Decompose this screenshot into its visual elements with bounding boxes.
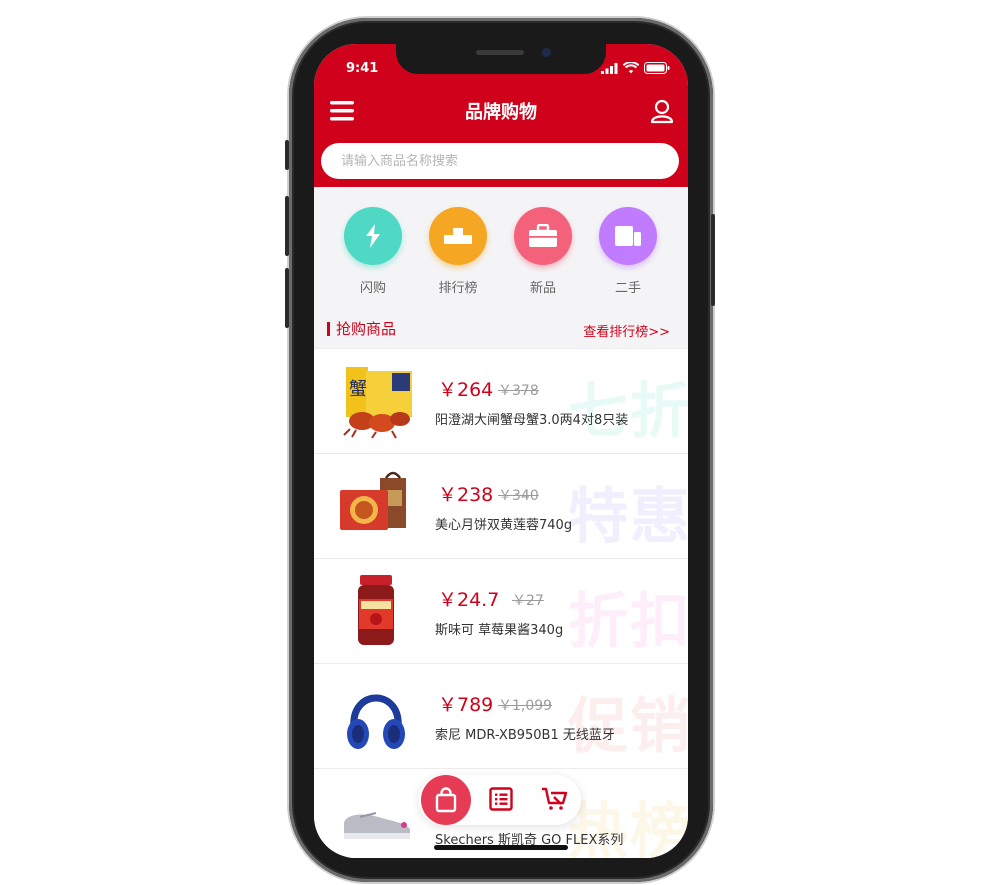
bottom-tab-bar — [419, 775, 581, 825]
search-input[interactable] — [321, 143, 679, 179]
promo-watermark: 促销 — [568, 692, 688, 762]
section-marker — [327, 322, 330, 336]
product-price: ￥24.7 — [438, 589, 500, 611]
device-icon — [599, 207, 657, 265]
category-ranking[interactable]: 排行榜 — [423, 204, 493, 296]
phone-screen: 9:41 品牌购物 请输入商品名称搜索 闪购 排行榜 新品 二手 抢购商品 查看… — [314, 44, 688, 858]
category-flash-sale[interactable]: 闪购 — [338, 204, 408, 296]
category-row: 闪购 排行榜 新品 二手 — [314, 204, 688, 304]
category-label: 闪购 — [359, 281, 386, 296]
battery-icon — [644, 62, 670, 74]
product-name: 斯味可 草莓果酱340g — [435, 623, 564, 638]
product-name: 美心月饼双黄莲蓉740g — [435, 518, 573, 533]
home-indicator[interactable] — [434, 845, 568, 850]
briefcase-icon — [514, 207, 572, 265]
status-icons — [601, 62, 670, 74]
mute-switch — [285, 140, 289, 170]
product-old-price: ￥340 — [498, 488, 539, 504]
product-price: ￥264 — [438, 379, 494, 401]
product-old-price: ￥1,099 — [498, 698, 553, 714]
promo-watermark: 特惠 — [568, 482, 688, 552]
product-item[interactable]: 特惠 ￥238 ￥340 美心月饼双黄莲蓉740g — [314, 453, 688, 559]
bag-icon — [435, 787, 457, 813]
notch — [396, 44, 606, 74]
promo-watermark: 七折 — [568, 377, 688, 447]
category-label: 新品 — [529, 281, 556, 296]
cart-icon[interactable] — [541, 787, 569, 811]
status-time: 9:41 — [346, 61, 379, 76]
promo-watermark: 折扣 — [568, 587, 688, 657]
jam-jar-icon — [358, 575, 394, 645]
category-second-hand[interactable]: 二手 — [593, 204, 663, 296]
product-old-price: ￥378 — [498, 383, 539, 399]
camera-icon — [542, 48, 551, 57]
section-title: 抢购商品 — [336, 320, 397, 338]
power-button — [711, 214, 715, 306]
volume-down-button — [285, 268, 289, 328]
product-item[interactable]: 七折 蟹 ￥264 ￥378 阳澄湖大闸蟹母蟹3.0两4对8只装 — [314, 348, 688, 454]
product-name: 阳澄湖大闸蟹母蟹3.0两4对8只装 — [435, 413, 629, 428]
category-label: 排行榜 — [438, 281, 478, 296]
speaker-icon — [476, 50, 524, 55]
product-name: 索尼 MDR-XB950B1 无线蓝牙 — [435, 728, 615, 743]
category-new[interactable]: 新品 — [508, 204, 578, 296]
product-price: ￥238 — [438, 484, 494, 506]
shoe-icon — [344, 812, 410, 839]
wifi-icon — [623, 62, 639, 74]
volume-up-button — [285, 196, 289, 256]
section-header: 抢购商品 查看排行榜>> — [314, 316, 688, 348]
mooncake-box-icon — [340, 471, 406, 530]
signal-icon — [601, 62, 618, 74]
product-price: ￥789 — [438, 694, 494, 716]
category-label: 二手 — [614, 281, 641, 296]
podium-icon — [429, 207, 487, 265]
flash-icon — [344, 207, 402, 265]
view-ranking-link[interactable]: 查看排行榜>> — [583, 321, 670, 340]
svg-text:蟹: 蟹 — [349, 379, 367, 400]
list-icon[interactable] — [489, 787, 513, 811]
product-old-price: ￥27 — [512, 593, 544, 609]
crab-box-icon: 蟹 — [343, 367, 412, 439]
tab-shop[interactable] — [421, 775, 471, 825]
headphones-icon — [347, 694, 405, 749]
product-item[interactable]: 促销 ￥789 ￥1,099 索尼 MDR-XB950B1 无线蓝牙 — [314, 663, 688, 769]
page-title: 品牌购物 — [465, 102, 537, 123]
product-item[interactable]: 折扣 ￥24.7 ￥27 斯味可 草莓果酱340g — [314, 558, 688, 664]
user-icon[interactable] — [650, 98, 674, 124]
